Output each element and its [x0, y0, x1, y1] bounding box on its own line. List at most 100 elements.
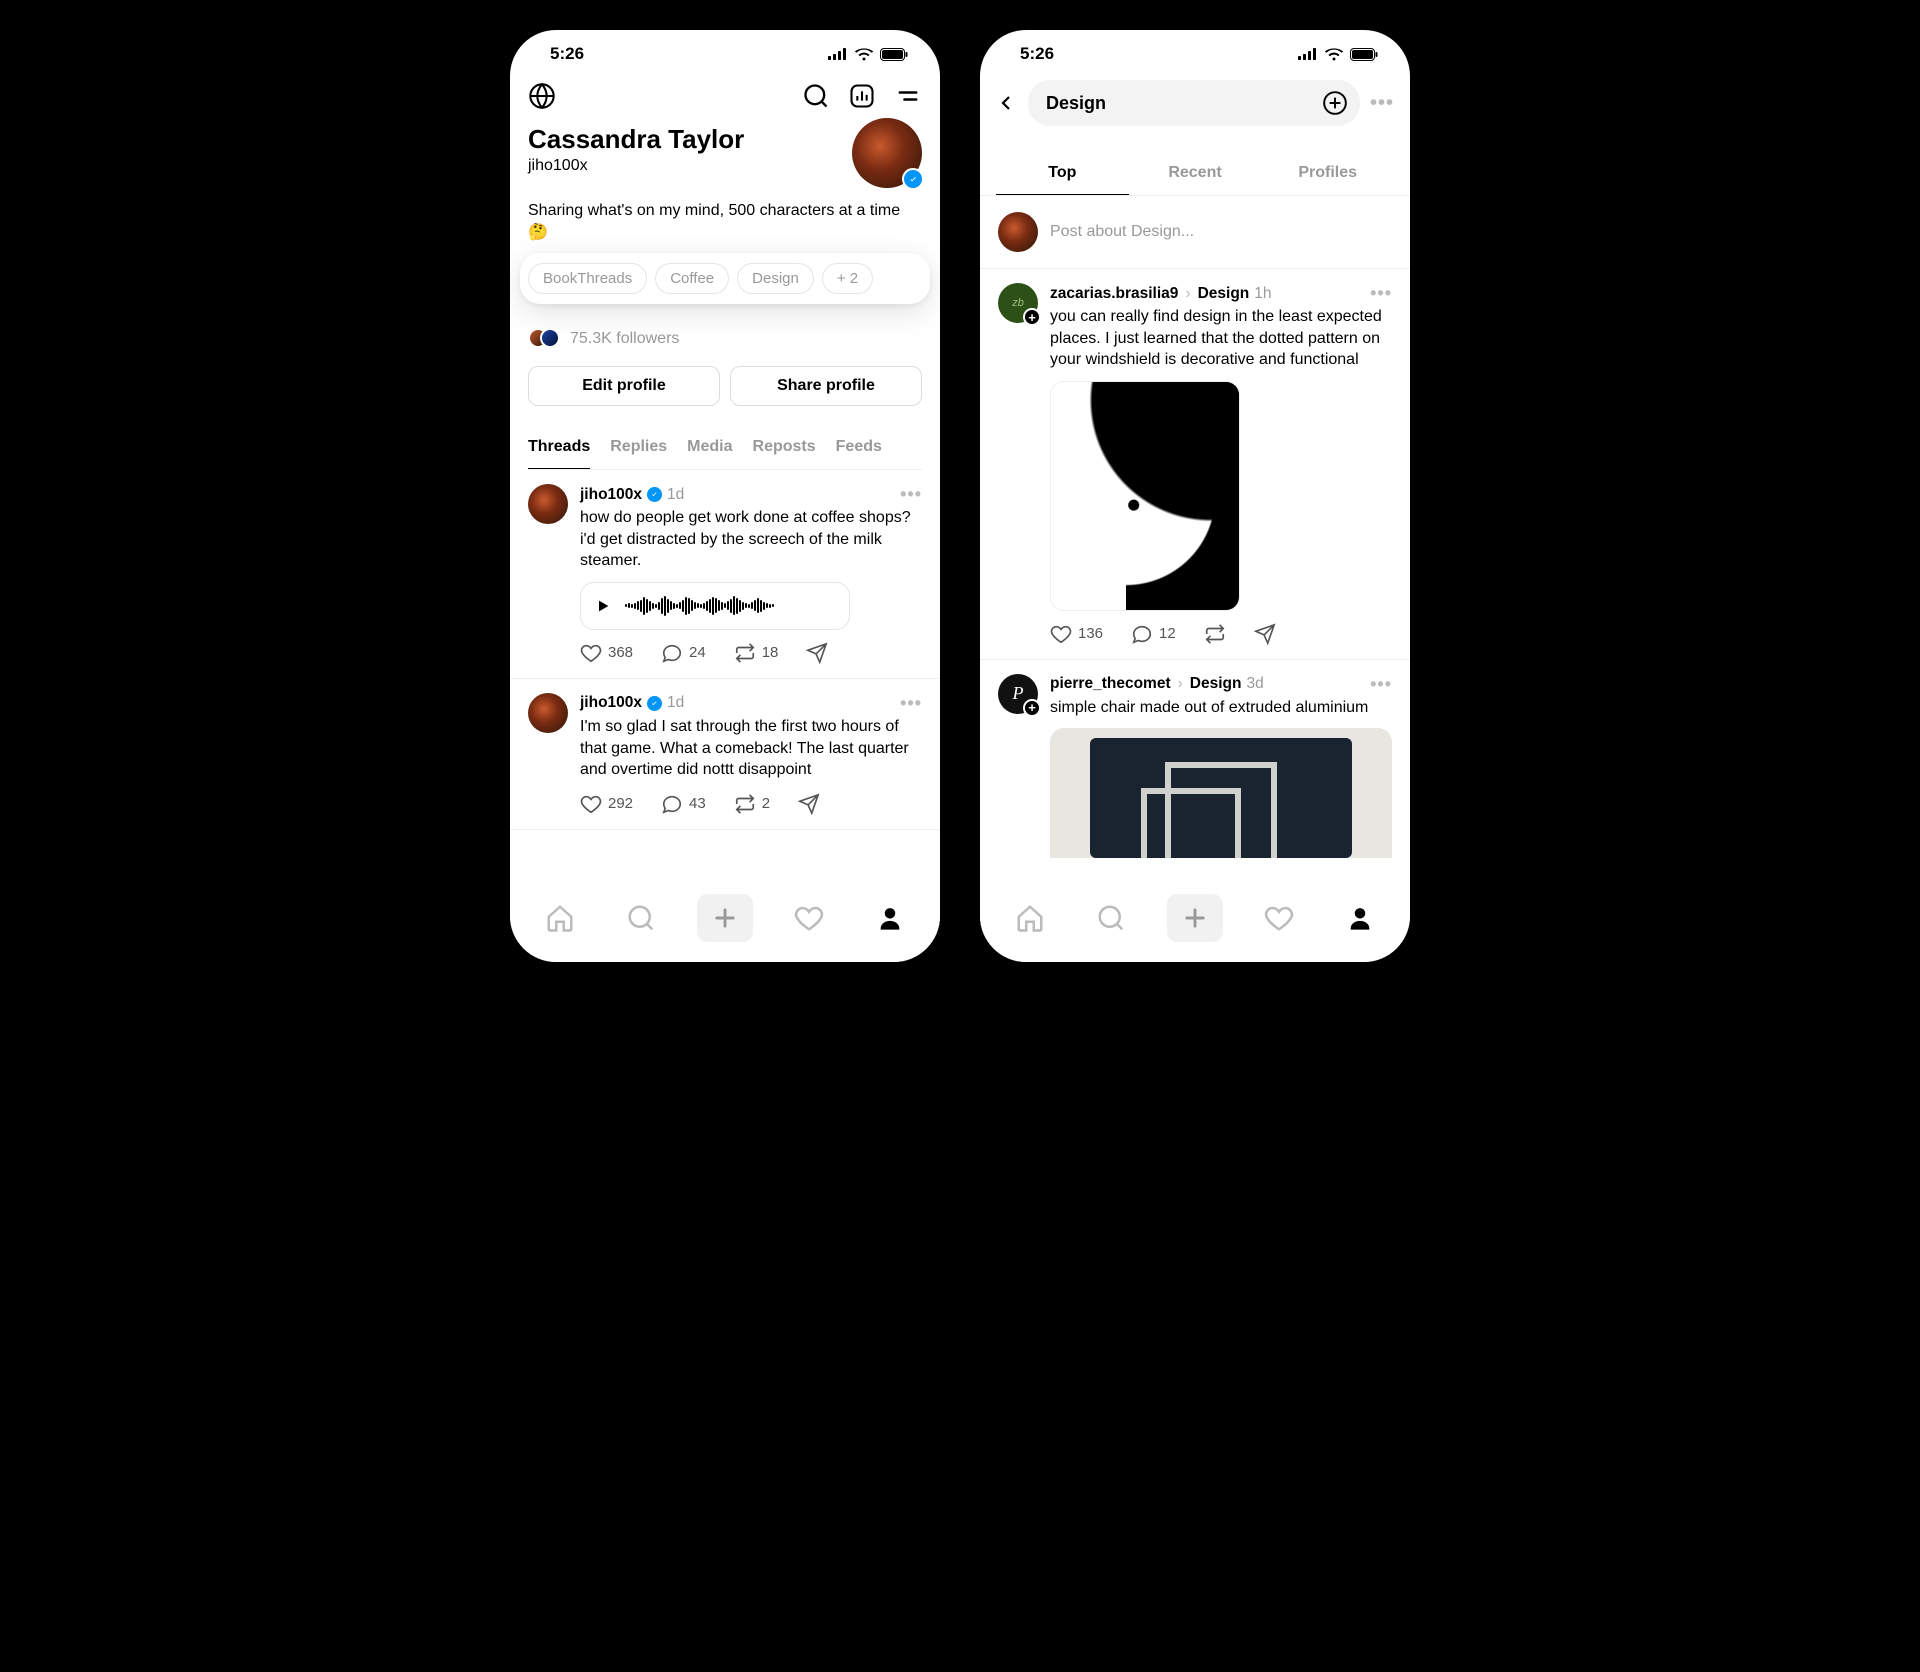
followers-count: 75.3K followers [570, 330, 679, 348]
search-pill[interactable]: Design [1028, 80, 1360, 126]
chevron-right-icon: › [1178, 675, 1183, 693]
repost-action[interactable] [1204, 623, 1226, 645]
menu-icon[interactable] [894, 82, 922, 110]
like-action[interactable]: 292 [580, 793, 633, 815]
post-more-icon[interactable]: ••• [900, 693, 922, 714]
edit-profile-button[interactable]: Edit profile [528, 366, 720, 406]
nav-activity[interactable] [785, 894, 833, 942]
compose-avatar [998, 212, 1038, 252]
post[interactable]: jiho100x 1d ••• how do people get work d… [510, 470, 940, 679]
share-action[interactable] [806, 642, 828, 664]
play-icon[interactable] [595, 598, 611, 614]
profile-avatar[interactable] [852, 118, 922, 188]
reply-count: 12 [1159, 625, 1176, 642]
reply-action[interactable]: 24 [661, 642, 706, 664]
reply-action[interactable]: 43 [661, 793, 706, 815]
post-avatar[interactable]: + [998, 283, 1038, 323]
nav-search[interactable] [1087, 894, 1135, 942]
share-action[interactable] [1254, 623, 1276, 645]
reply-action[interactable]: 12 [1131, 623, 1176, 645]
repost-action[interactable]: 18 [734, 642, 779, 664]
nav-home[interactable] [1006, 894, 1054, 942]
post-text: simple chair made out of extruded alumin… [1050, 697, 1392, 719]
like-count: 292 [608, 795, 633, 812]
post-more-icon[interactable]: ••• [1370, 674, 1392, 695]
tab-recent[interactable]: Recent [1129, 154, 1262, 195]
search-icon[interactable] [802, 82, 830, 110]
post-username[interactable]: pierre_thecomet [1050, 675, 1171, 693]
chip[interactable]: Coffee [655, 263, 729, 294]
nav-compose[interactable] [1167, 894, 1223, 942]
post[interactable]: jiho100x 1d ••• I'm so glad I sat throug… [510, 679, 940, 830]
phone-topic: 5:26 Design ••• Top Recent Profiles Post… [980, 30, 1410, 962]
post-text: you can really find design in the least … [1050, 306, 1392, 371]
bottom-nav [510, 884, 940, 962]
profile-header: Cassandra Taylor jiho100x Sharing what's… [510, 118, 940, 470]
battery-icon [880, 48, 908, 61]
bottom-nav [980, 884, 1410, 962]
repost-count: 2 [762, 795, 770, 812]
like-count: 136 [1078, 625, 1103, 642]
globe-icon[interactable] [528, 82, 556, 110]
follow-plus-icon[interactable]: + [1023, 308, 1041, 326]
post-time: 1d [667, 694, 684, 712]
post-username[interactable]: jiho100x [580, 694, 642, 712]
wifi-icon [1324, 47, 1344, 61]
post-topic[interactable]: Design [1198, 285, 1250, 303]
chevron-right-icon: › [1185, 285, 1190, 303]
post-avatar[interactable] [528, 693, 568, 733]
post-avatar[interactable]: + [998, 674, 1038, 714]
nav-search[interactable] [617, 894, 665, 942]
tab-replies[interactable]: Replies [610, 428, 667, 469]
share-profile-button[interactable]: Share profile [730, 366, 922, 406]
post-text: how do people get work done at coffee sh… [580, 507, 922, 572]
chip[interactable]: BookThreads [528, 263, 647, 294]
post-time: 1d [667, 486, 684, 504]
voice-note[interactable] [580, 582, 850, 630]
follower-avatars-icon [528, 328, 562, 350]
compose-placeholder: Post about Design... [1050, 223, 1194, 241]
nav-compose[interactable] [697, 894, 753, 942]
post[interactable]: + zacarias.brasilia9 › Design 1h ••• you… [980, 269, 1410, 660]
post-topic[interactable]: Design [1190, 675, 1242, 693]
verified-badge-icon [902, 168, 924, 190]
nav-profile[interactable] [1336, 894, 1384, 942]
tab-threads[interactable]: Threads [528, 428, 590, 469]
add-circle-icon[interactable] [1322, 90, 1348, 116]
chip-more[interactable]: + 2 [822, 263, 873, 294]
tab-top[interactable]: Top [996, 154, 1129, 195]
insights-icon[interactable] [848, 82, 876, 110]
post-image[interactable] [1050, 728, 1392, 858]
verified-badge-icon [647, 487, 662, 502]
more-icon[interactable]: ••• [1370, 92, 1394, 115]
tab-media[interactable]: Media [687, 428, 732, 469]
post-more-icon[interactable]: ••• [900, 484, 922, 505]
nav-home[interactable] [536, 894, 584, 942]
topic-chips: BookThreads Coffee Design + 2 [520, 253, 930, 304]
follow-plus-icon[interactable]: + [1023, 699, 1041, 717]
tab-feeds[interactable]: Feeds [836, 428, 882, 469]
nav-profile[interactable] [866, 894, 914, 942]
post[interactable]: + pierre_thecomet › Design 3d ••• simple… [980, 660, 1410, 859]
reply-count: 43 [689, 795, 706, 812]
tab-reposts[interactable]: Reposts [753, 428, 816, 469]
post-time: 3d [1246, 675, 1263, 693]
status-bar: 5:26 [510, 30, 940, 70]
post-username[interactable]: zacarias.brasilia9 [1050, 285, 1178, 303]
like-action[interactable]: 368 [580, 642, 633, 664]
compose-prompt[interactable]: Post about Design... [980, 196, 1410, 269]
post-more-icon[interactable]: ••• [1370, 283, 1392, 304]
like-action[interactable]: 136 [1050, 623, 1103, 645]
nav-activity[interactable] [1255, 894, 1303, 942]
post-username[interactable]: jiho100x [580, 486, 642, 504]
repost-action[interactable]: 2 [734, 793, 770, 815]
followers-row[interactable]: 75.3K followers [528, 328, 922, 350]
post-text: I'm so glad I sat through the first two … [580, 716, 922, 781]
share-action[interactable] [798, 793, 820, 815]
post-avatar[interactable] [528, 484, 568, 524]
tab-profiles[interactable]: Profiles [1261, 154, 1394, 195]
post-image[interactable] [1050, 381, 1240, 611]
back-icon[interactable] [994, 91, 1018, 115]
wifi-icon [854, 47, 874, 61]
chip[interactable]: Design [737, 263, 814, 294]
